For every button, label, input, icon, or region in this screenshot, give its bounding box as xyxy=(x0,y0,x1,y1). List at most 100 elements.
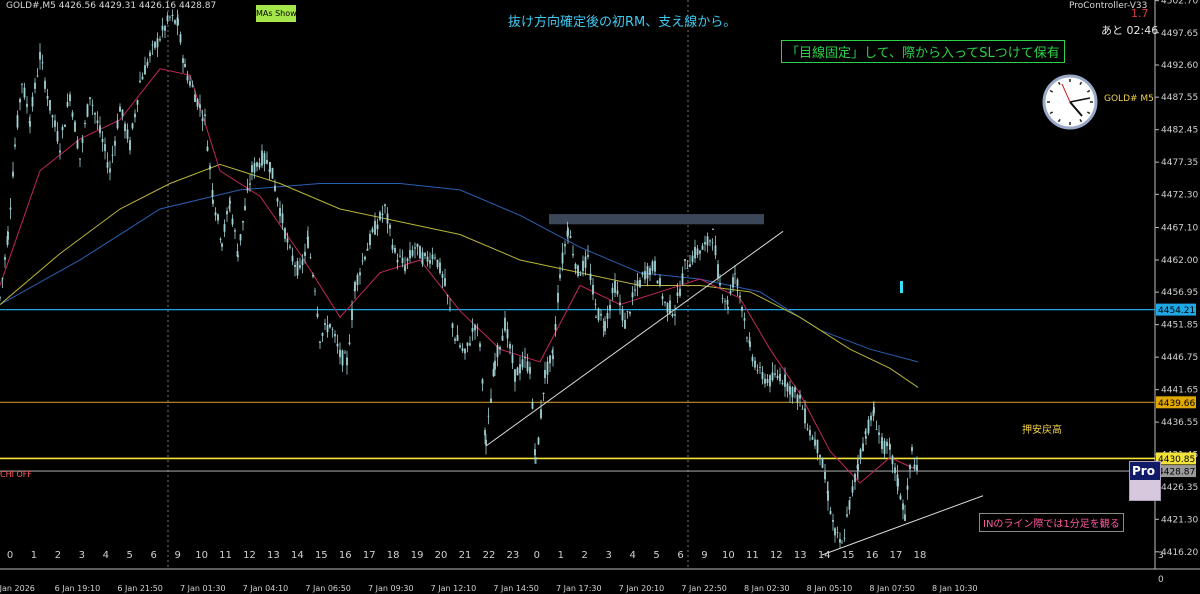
candle-64 xyxy=(154,41,156,51)
candle-body xyxy=(174,20,176,24)
candle-body xyxy=(369,234,371,246)
candle-90 xyxy=(214,207,217,221)
candle-306 xyxy=(726,295,729,307)
candle-body xyxy=(1,278,4,280)
candle-body xyxy=(366,248,369,251)
candle-body xyxy=(371,228,374,233)
candle-230 xyxy=(546,356,549,384)
candle-body xyxy=(886,441,888,447)
candle-196 xyxy=(466,342,469,353)
candle-body xyxy=(249,183,251,185)
candle-29 xyxy=(66,93,69,108)
candle-105 xyxy=(246,178,249,194)
x-hour-label-15: 17 xyxy=(363,550,376,561)
x-hour-label-29: 9 xyxy=(701,550,707,561)
x-hour-label-7: 9 xyxy=(174,550,180,561)
candle-body xyxy=(419,246,421,259)
candle-body xyxy=(49,100,51,111)
candle-body xyxy=(354,281,356,291)
y-tick-label-16: 4421.30 xyxy=(1161,515,1198,525)
x-hour-label-13: 15 xyxy=(315,550,328,561)
candle-248 xyxy=(587,245,589,260)
candle-368 xyxy=(867,416,870,436)
x-hour-label-25: 3 xyxy=(605,550,611,561)
candle-173 xyxy=(409,241,411,263)
chi-off-label[interactable]: CHI OFF xyxy=(0,470,32,479)
candle-365 xyxy=(862,437,864,452)
candle-259 xyxy=(611,282,614,301)
candle-59 xyxy=(141,72,144,80)
candle-body xyxy=(789,386,791,395)
candle-127 xyxy=(299,257,301,270)
candle-body xyxy=(781,383,784,384)
candle-335 xyxy=(794,385,796,399)
candle-338 xyxy=(801,404,804,410)
candle-body xyxy=(26,103,28,107)
candle-body xyxy=(451,323,454,328)
candle-340 xyxy=(806,423,809,431)
candle-body xyxy=(169,16,171,18)
resistance-zone[interactable] xyxy=(549,214,764,225)
candle-111 xyxy=(261,144,263,169)
candle-body xyxy=(16,115,19,128)
candle-body xyxy=(829,510,832,515)
candle-body xyxy=(144,65,146,75)
candle-314 xyxy=(743,312,746,329)
candle-103 xyxy=(242,220,244,231)
candle-141 xyxy=(331,327,334,338)
candle-body xyxy=(854,473,856,482)
candle-body xyxy=(339,349,341,358)
candle-287 xyxy=(681,266,684,286)
candle-body xyxy=(429,260,431,264)
candle-273 xyxy=(646,262,649,287)
candle-104 xyxy=(244,198,246,211)
candle-body xyxy=(91,104,94,106)
candle-98 xyxy=(231,214,234,227)
candle-209 xyxy=(496,342,499,367)
candle-body xyxy=(159,39,161,41)
candle-176 xyxy=(416,243,419,256)
support-trendline-1[interactable] xyxy=(485,230,784,447)
clock-label: GOLD# M5 xyxy=(1104,94,1154,104)
candle-body xyxy=(712,228,714,230)
candle-body xyxy=(61,126,64,131)
candle-281 xyxy=(666,302,669,322)
candle-body xyxy=(883,440,886,454)
candle-body xyxy=(79,158,81,160)
candle-256 xyxy=(604,316,606,336)
candle-135 xyxy=(316,306,319,319)
candle-body xyxy=(911,447,913,452)
candle-body xyxy=(554,323,557,330)
candle-48 xyxy=(114,136,116,156)
x-hour-label-0: 0 xyxy=(7,550,13,561)
candle-body xyxy=(348,342,351,345)
x-hour-label-31: 11 xyxy=(746,550,759,561)
candle-166 xyxy=(391,238,394,254)
candle-body xyxy=(519,364,521,374)
candle-327 xyxy=(774,364,776,378)
candle-body xyxy=(827,490,829,501)
candle-body xyxy=(116,120,119,129)
candle-body xyxy=(481,379,484,384)
candle-28 xyxy=(64,124,66,128)
candle-125 xyxy=(294,261,296,277)
candle-body xyxy=(561,252,564,264)
candle-118 xyxy=(276,197,279,207)
mas-show-button[interactable]: MAs Show xyxy=(256,5,297,22)
pro-button[interactable]: Pro xyxy=(1129,461,1161,501)
candle-310 xyxy=(734,265,736,285)
candle-body xyxy=(719,283,721,286)
price-chart[interactable]: 4502.70 4497.65 4492.60 4487.55 4482.45 4477.… xyxy=(0,0,1200,594)
x-hour-label-21: 23 xyxy=(507,550,520,561)
candle-330 xyxy=(781,379,784,386)
candle-body xyxy=(316,313,319,317)
candle-body xyxy=(204,114,206,116)
candle-body xyxy=(269,162,271,172)
candle-body xyxy=(161,25,164,31)
candle-body xyxy=(31,96,34,107)
candle-body xyxy=(849,497,851,498)
candle-221 xyxy=(526,353,529,374)
candle-55 xyxy=(131,122,134,130)
candle-body xyxy=(177,18,179,25)
candle-body xyxy=(184,64,186,68)
